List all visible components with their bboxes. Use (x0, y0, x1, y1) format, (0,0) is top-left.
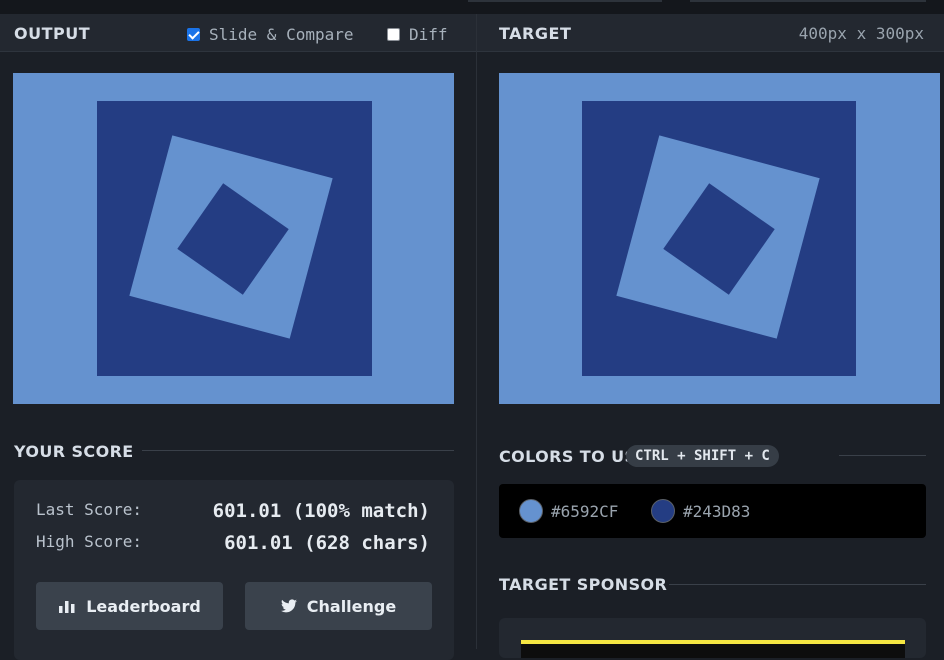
score-divider (142, 450, 454, 451)
score-section-title: YOUR SCORE (14, 442, 134, 461)
last-score-value: 601.01 (100% match) (212, 500, 430, 522)
challenge-label: Challenge (306, 596, 397, 616)
sponsor-section-title: TARGET SPONSOR (499, 575, 668, 594)
score-box: Last Score: 601.01 (100% match) High Sco… (14, 480, 454, 660)
top-strip (0, 0, 944, 14)
top-tab-indicator (690, 0, 926, 2)
target-title: TARGET (499, 24, 572, 43)
swatch-light-blue[interactable]: #6592CF (519, 499, 618, 523)
color-swatches: #6592CF #243D83 (499, 484, 926, 538)
target-dimensions: 400px x 300px (798, 24, 924, 43)
challenge-button[interactable]: Challenge (245, 582, 432, 630)
colors-divider (839, 455, 926, 456)
top-tab-indicator (468, 0, 662, 2)
swatch-hex: #243D83 (683, 501, 751, 521)
diff-toggle[interactable]: Diff (387, 25, 448, 44)
target-panel: TARGET 400px x 300px COLORS TO USE CTRL … (477, 14, 944, 658)
target-header: TARGET 400px x 300px (477, 14, 944, 52)
output-canvas[interactable] (13, 73, 454, 404)
high-score-value: 601.01 (628 chars) (224, 532, 430, 554)
target-canvas (499, 73, 940, 404)
output-title: OUTPUT (14, 24, 91, 43)
leaderboard-label: Leaderboard (86, 596, 201, 616)
high-score-label: High Score: (36, 532, 142, 551)
diff-checkbox[interactable] (387, 28, 400, 41)
last-score-label: Last Score: (36, 500, 142, 519)
color-dot (651, 499, 675, 523)
swatch-hex: #6592CF (551, 501, 619, 521)
slide-compare-checkbox[interactable] (187, 28, 200, 41)
sponsor-banner (521, 644, 905, 658)
diff-label: Diff (409, 25, 448, 44)
twitter-icon (280, 599, 297, 613)
copy-shortcut-badge: CTRL + SHIFT + C (626, 445, 779, 467)
swatch-dark-blue[interactable]: #243D83 (651, 499, 750, 523)
bar-chart-icon (59, 601, 75, 613)
leaderboard-button[interactable]: Leaderboard (36, 582, 223, 630)
slide-compare-label: Slide & Compare (209, 25, 354, 44)
output-header: OUTPUT Slide & Compare Diff (0, 14, 476, 52)
sponsor-box[interactable] (499, 618, 926, 658)
color-dot (519, 499, 543, 523)
slide-compare-toggle[interactable]: Slide & Compare (187, 25, 354, 44)
output-panel: OUTPUT Slide & Compare Diff YOUR SCORE L… (0, 14, 476, 660)
sponsor-divider (669, 584, 926, 585)
